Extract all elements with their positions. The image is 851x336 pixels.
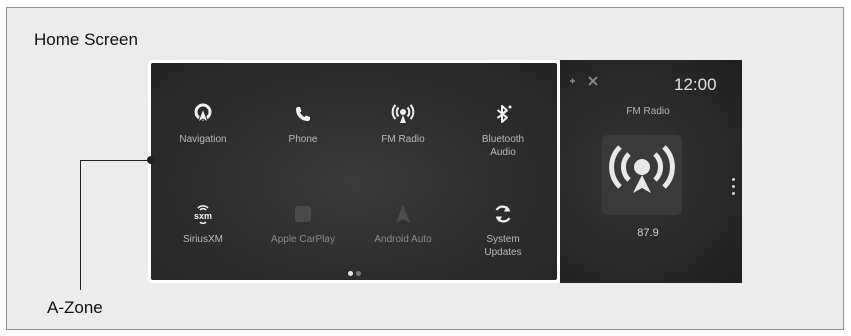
a-zone-callout-label: A-Zone (47, 298, 103, 317)
page-dot-active (348, 271, 353, 276)
audio-source-title: FM Radio (626, 106, 670, 117)
app-label: System Updates (484, 234, 522, 258)
mute-icon (588, 76, 598, 86)
app-tile-siriusxm[interactable]: sxm SiriusXM (153, 171, 253, 271)
page-indicator[interactable] (348, 271, 364, 277)
app-label: Apple CarPlay (271, 234, 335, 245)
app-tile-bluetooth-audio[interactable]: Bluetooth Audio (453, 71, 553, 171)
svg-text:sxm: sxm (194, 211, 212, 221)
bluetooth-icon (488, 99, 518, 129)
app-label: FM Radio (381, 134, 425, 145)
system-updates-icon (488, 199, 518, 229)
app-tile-system-updates[interactable]: System Updates (453, 171, 553, 271)
fm-radio-large-icon[interactable] (602, 135, 682, 215)
app-tile-android-auto[interactable]: Android Auto (353, 171, 453, 271)
android-auto-icon (388, 199, 418, 229)
apple-carplay-icon (288, 199, 318, 229)
frequency-readout: 87.9 (637, 227, 659, 239)
app-grid: Navigation Phone FM Radio Bluetooth Audi… (151, 63, 557, 280)
home-screen-figure: Home Screen Navigation Phone FM Radio Bl… (6, 7, 844, 330)
b-zone-panel: 12:00 FM Radio 87.9 (560, 60, 742, 283)
app-label: Android Auto (374, 234, 432, 245)
signal-icon (570, 78, 575, 84)
figure-title: Home Screen (34, 30, 138, 49)
app-tile-navigation[interactable]: Navigation (153, 71, 253, 171)
navigation-icon (188, 99, 218, 129)
app-label: Phone (288, 134, 318, 145)
app-tile-phone[interactable]: Phone (253, 71, 353, 171)
app-label: SiriusXM (182, 234, 223, 245)
a-zone-panel: Navigation Phone FM Radio Bluetooth Audi… (148, 60, 560, 283)
callout-anchor-dot (147, 156, 155, 164)
phone-icon (288, 99, 318, 129)
siriusxm-icon: sxm (188, 199, 218, 229)
app-label: Bluetooth Audio (481, 134, 525, 158)
app-tile-fm-radio[interactable]: FM Radio (353, 71, 453, 171)
callout-leader-line (80, 160, 151, 161)
fm-radio-icon (388, 99, 418, 129)
app-label: Navigation (179, 134, 227, 145)
app-tile-apple-carplay[interactable]: Apple CarPlay (253, 171, 353, 271)
clock: 12:00 (674, 75, 717, 94)
more-options-icon[interactable] (732, 178, 736, 196)
page-dot (356, 271, 361, 276)
callout-leader-line (80, 160, 81, 290)
